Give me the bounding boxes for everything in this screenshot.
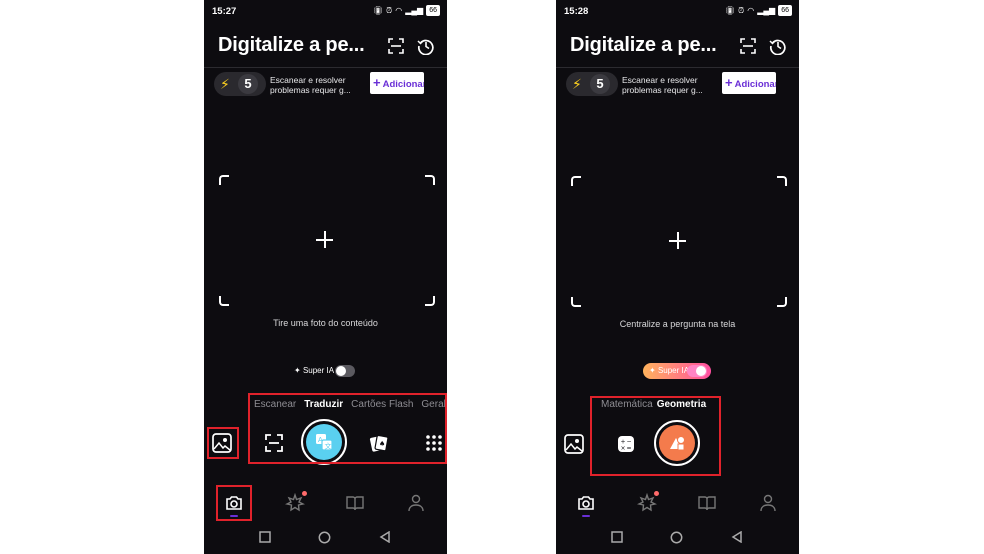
scan-frame-corner-bl: [571, 297, 581, 307]
highlight-modes-left: [248, 393, 447, 464]
crosshair-icon: [669, 232, 686, 249]
credits-count: 5: [590, 74, 610, 94]
back-triangle-icon[interactable]: [731, 531, 743, 543]
camera-hint: Centralize a pergunta na tela: [619, 319, 736, 329]
alarm-icon: ⏰︎: [385, 5, 393, 15]
highlight-modes-right: [590, 396, 721, 476]
nav-library[interactable]: [343, 491, 367, 515]
wifi-icon: ◠: [747, 6, 755, 15]
plus-icon: +: [373, 75, 381, 90]
nav-profile[interactable]: [756, 491, 780, 515]
page-title: Digitalize a pe...: [570, 34, 717, 56]
super-ia-label: Super IA: [657, 366, 690, 375]
scan-frame-corner-br: [425, 296, 435, 306]
status-time: 15:27: [212, 6, 237, 17]
credits-count: 5: [238, 74, 258, 94]
scan-frame-corner-tl: [219, 175, 229, 185]
lightning-icon: ⚡︎: [220, 76, 230, 92]
battery-icon: 66: [778, 5, 792, 16]
nav-ai[interactable]: [635, 491, 659, 515]
notification-dot: [654, 491, 659, 496]
wifi-icon: ◠: [395, 6, 403, 15]
home-circle-icon[interactable]: [318, 531, 331, 544]
lightning-icon: ⚡︎: [572, 76, 582, 92]
promo-line-1: Escanear e resolver: [622, 75, 698, 85]
nav-camera[interactable]: [574, 491, 598, 515]
super-ia-toggle[interactable]: ✦ Super IA: [643, 363, 711, 379]
gallery-icon: [564, 434, 584, 454]
scan-frame-corner-bl: [219, 296, 229, 306]
scan-icon[interactable]: [739, 37, 757, 55]
credits-badge[interactable]: ⚡︎ 5: [566, 72, 618, 96]
header-divider: [204, 67, 447, 68]
vibrate-icon: 📳︎: [372, 6, 383, 15]
book-icon: [698, 496, 716, 511]
nav-library[interactable]: [695, 491, 719, 515]
status-bar: 15:28 📳︎ ⏰︎ ◠ ▂▄▆ 66: [556, 0, 799, 22]
promo-line-1: Escanear e resolver: [270, 75, 346, 85]
status-icons: 📳︎ ⏰︎ ◠ ▂▄▆ 66: [725, 5, 792, 16]
bottom-nav: [556, 485, 799, 521]
toggle-switch[interactable]: [335, 365, 355, 377]
signal-icon: ▂▄▆: [757, 6, 776, 15]
promo-line-2: problemas requer g...: [270, 85, 351, 95]
camera-icon: [578, 496, 594, 510]
signal-icon: ▂▄▆: [405, 6, 424, 15]
nav-profile[interactable]: [404, 491, 428, 515]
system-nav-bar: [556, 524, 799, 550]
promo-line-2: problemas requer g...: [622, 85, 703, 95]
notification-dot: [302, 491, 307, 496]
highlight-camera-nav-left: [216, 485, 252, 521]
plus-icon: +: [725, 75, 733, 90]
phone-screen-left: 15:27 📳︎ ⏰︎ ◠ ▂▄▆ 66 Digitalize a pe... …: [204, 0, 447, 554]
add-button-label: Adicionar: [382, 79, 424, 90]
toggle-switch[interactable]: [687, 365, 707, 377]
vibrate-icon: 📳︎: [724, 6, 735, 15]
scan-frame-corner-tr: [777, 176, 787, 186]
sparkle-icon: ✦: [294, 366, 301, 375]
highlight-gallery-left: [207, 427, 239, 459]
promo-text: Escanear e resolver problemas requer g..…: [270, 75, 358, 95]
add-button-label: Adicionar: [734, 79, 776, 90]
home-circle-icon[interactable]: [670, 531, 683, 544]
history-icon[interactable]: [417, 37, 435, 55]
status-bar: 15:27 📳︎ ⏰︎ ◠ ▂▄▆ 66: [204, 0, 447, 22]
scan-frame-corner-br: [777, 297, 787, 307]
profile-icon: [408, 494, 424, 512]
ai-sparkle-icon: [285, 493, 305, 512]
alarm-icon: ⏰︎: [737, 5, 745, 15]
credits-badge[interactable]: ⚡︎ 5: [214, 72, 266, 96]
super-ia-toggle[interactable]: ✦ Super IA: [294, 363, 356, 379]
book-icon: [346, 496, 364, 511]
scan-frame-corner-tr: [425, 175, 435, 185]
camera-hint: Tire uma foto do conteúdo: [273, 318, 378, 328]
profile-icon: [760, 494, 776, 512]
recents-square-icon[interactable]: [611, 531, 623, 543]
add-credits-button[interactable]: + Adicionar: [722, 72, 776, 94]
back-triangle-icon[interactable]: [379, 531, 391, 543]
active-nav-indicator: [582, 515, 590, 517]
crosshair-icon: [316, 231, 333, 248]
sparkle-icon: ✦: [649, 366, 656, 375]
ai-sparkle-icon: [637, 493, 657, 512]
scan-frame-corner-tl: [571, 176, 581, 186]
gallery-button[interactable]: [561, 431, 587, 457]
status-icons: 📳︎ ⏰︎ ◠ ▂▄▆ 66: [373, 5, 440, 16]
super-ia-label: Super IA: [302, 366, 335, 375]
history-icon[interactable]: [769, 37, 787, 55]
battery-icon: 66: [426, 5, 440, 16]
page-title: Digitalize a pe...: [218, 34, 365, 56]
add-credits-button[interactable]: + Adicionar: [370, 72, 424, 94]
status-time: 15:28: [564, 6, 589, 17]
scan-icon[interactable]: [387, 37, 405, 55]
nav-ai[interactable]: [283, 491, 307, 515]
recents-square-icon[interactable]: [259, 531, 271, 543]
system-nav-bar: [204, 524, 447, 550]
promo-text: Escanear e resolver problemas requer g..…: [622, 75, 710, 95]
header-divider: [556, 67, 799, 68]
